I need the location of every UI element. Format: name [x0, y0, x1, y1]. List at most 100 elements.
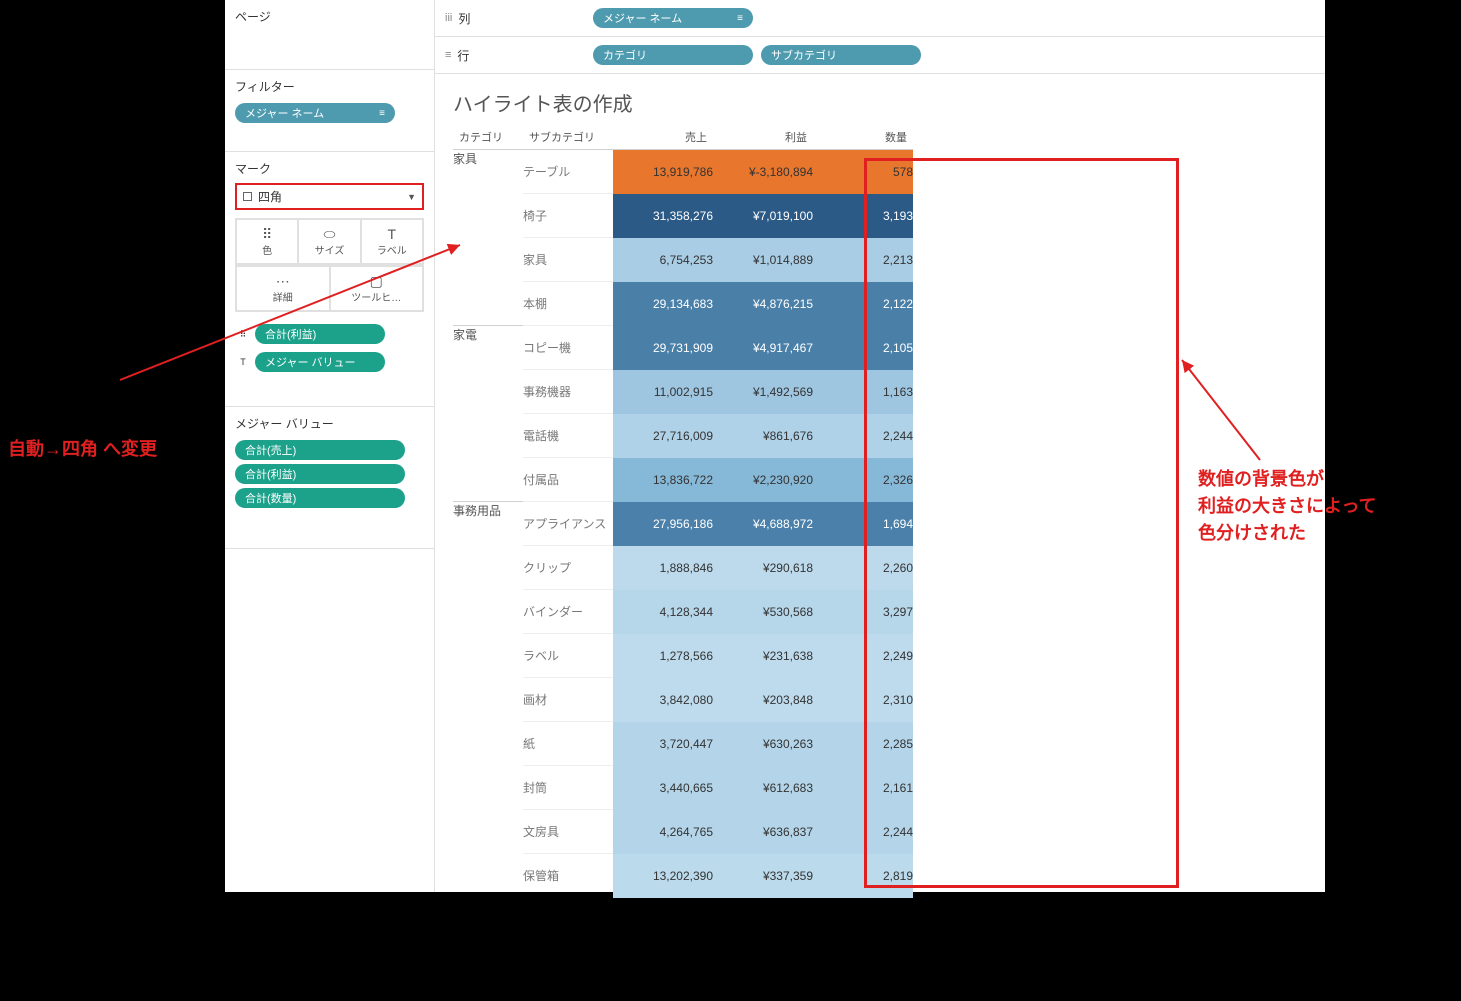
- col-header-profit[interactable]: 利益: [713, 125, 813, 150]
- col-header-subcategory[interactable]: サブカテゴリ: [523, 125, 613, 150]
- columns-pill-measure-names[interactable]: メジャー ネーム ≡: [593, 8, 753, 28]
- table-row[interactable]: 付属品13,836,722¥2,230,9202,326: [453, 458, 913, 502]
- filters-shelf[interactable]: フィルター メジャー ネーム ≡: [225, 70, 434, 152]
- label-button[interactable]: Tラベル: [361, 219, 423, 264]
- columns-shelf[interactable]: iii列 メジャー ネーム ≡: [435, 0, 1325, 37]
- mark-type-dropdown[interactable]: 四角 ▼: [235, 183, 424, 210]
- cell-profit: ¥7,019,100: [713, 194, 813, 238]
- cell-profit: ¥4,917,467: [713, 326, 813, 370]
- cell-qty: 2,213: [813, 238, 913, 282]
- cell-subcategory: バインダー: [523, 590, 613, 634]
- cell-subcategory: 事務機器: [523, 370, 613, 414]
- cell-sales: 31,358,276: [613, 194, 713, 238]
- table-row[interactable]: 家具6,754,253¥1,014,8892,213: [453, 238, 913, 282]
- table-row[interactable]: 家電コピー機29,731,909¥4,917,4672,105: [453, 326, 913, 370]
- rows-shelf[interactable]: ≡行 カテゴリ サブカテゴリ: [435, 37, 1325, 74]
- columns-icon: iii: [445, 12, 452, 24]
- tableau-window: ページ フィルター メジャー ネーム ≡ マーク 四角 ▼ ⠿色: [225, 0, 1325, 892]
- table-row[interactable]: 保管箱13,202,390¥337,3592,819: [453, 854, 913, 898]
- cell-sales: 13,919,786: [613, 150, 713, 194]
- cell-subcategory: 電話機: [523, 414, 613, 458]
- cell-qty: 2,244: [813, 810, 913, 854]
- table-row[interactable]: 電話機27,716,009¥861,6762,244: [453, 414, 913, 458]
- tooltip-icon: ▢: [331, 273, 423, 289]
- cell-profit: ¥1,014,889: [713, 238, 813, 282]
- pill-label: メジャー ネーム: [245, 105, 324, 121]
- col-header-sales[interactable]: 売上: [613, 125, 713, 150]
- marks-color-pill[interactable]: ⠿ 合計(利益): [235, 322, 424, 346]
- mv-pill-qty[interactable]: 合計(数量): [235, 488, 405, 508]
- pages-shelf[interactable]: ページ: [225, 0, 434, 70]
- cell-subcategory: ラベル: [523, 634, 613, 678]
- cell-subcategory: 封筒: [523, 766, 613, 810]
- cell-sales: 3,842,080: [613, 678, 713, 722]
- measure-values-shelf[interactable]: メジャー バリュー 合計(売上) 合計(利益) 合計(数量): [225, 407, 434, 549]
- cell-profit: ¥2,230,920: [713, 458, 813, 502]
- filter-pill-measure-names[interactable]: メジャー ネーム ≡: [235, 103, 395, 123]
- rows-pill-subcategory[interactable]: サブカテゴリ: [761, 45, 921, 65]
- cell-subcategory: 紙: [523, 722, 613, 766]
- table-row[interactable]: クリップ1,888,846¥290,6182,260: [453, 546, 913, 590]
- cell-qty: 2,122: [813, 282, 913, 326]
- cell-sales: 6,754,253: [613, 238, 713, 282]
- cell-sales: 29,731,909: [613, 326, 713, 370]
- cell-category: 家電: [453, 326, 523, 370]
- col-header-qty[interactable]: 数量: [813, 125, 913, 150]
- cell-profit: ¥290,618: [713, 546, 813, 590]
- square-icon: [243, 192, 252, 201]
- marks-label-pill[interactable]: T メジャー バリュー: [235, 350, 424, 374]
- cell-profit: ¥630,263: [713, 722, 813, 766]
- color-button[interactable]: ⠿色: [236, 219, 298, 264]
- cell-subcategory: 保管箱: [523, 854, 613, 898]
- table-row[interactable]: 画材3,842,080¥203,8482,310: [453, 678, 913, 722]
- cell-profit: ¥530,568: [713, 590, 813, 634]
- mark-type-label: 四角: [258, 188, 282, 205]
- marks-title: マーク: [235, 160, 424, 177]
- cell-qty: 3,193: [813, 194, 913, 238]
- rows-pill-category[interactable]: カテゴリ: [593, 45, 753, 65]
- cell-subcategory: コピー機: [523, 326, 613, 370]
- cell-qty: 2,285: [813, 722, 913, 766]
- cell-subcategory: 椅子: [523, 194, 613, 238]
- cell-subcategory: アプライアンス: [523, 502, 613, 546]
- table-row[interactable]: 事務用品アプライアンス27,956,186¥4,688,9721,694: [453, 502, 913, 546]
- cell-sales: 4,128,344: [613, 590, 713, 634]
- cell-sales: 13,836,722: [613, 458, 713, 502]
- tooltip-button[interactable]: ▢ツールヒ…: [330, 266, 424, 311]
- cell-qty: 1,163: [813, 370, 913, 414]
- table-row[interactable]: 事務機器11,002,915¥1,492,5691,163: [453, 370, 913, 414]
- cell-subcategory: 文房具: [523, 810, 613, 854]
- table-row[interactable]: 家具テーブル13,919,786¥-3,180,894578: [453, 150, 913, 194]
- cell-qty: 2,260: [813, 546, 913, 590]
- cell-qty: 2,249: [813, 634, 913, 678]
- detail-icon: ⋯: [237, 273, 329, 289]
- table-row[interactable]: バインダー4,128,344¥530,5683,297: [453, 590, 913, 634]
- sidebar: ページ フィルター メジャー ネーム ≡ マーク 四角 ▼ ⠿色: [225, 0, 435, 892]
- table-row[interactable]: 封筒3,440,665¥612,6832,161: [453, 766, 913, 810]
- mv-pill-sales[interactable]: 合計(売上): [235, 440, 405, 460]
- table-row[interactable]: 紙3,720,447¥630,2632,285: [453, 722, 913, 766]
- cell-qty: 2,326: [813, 458, 913, 502]
- table-row[interactable]: 文房具4,264,765¥636,8372,244: [453, 810, 913, 854]
- cell-subcategory: クリップ: [523, 546, 613, 590]
- cell-profit: ¥203,848: [713, 678, 813, 722]
- cell-sales: 27,956,186: [613, 502, 713, 546]
- cell-profit: ¥337,359: [713, 854, 813, 898]
- annotation-left: マークカードを クリックして 自動→四角 へ変更: [8, 382, 157, 463]
- cell-subcategory: 付属品: [523, 458, 613, 502]
- marks-buttons-row2: ⋯詳細 ▢ツールヒ…: [235, 265, 424, 312]
- table-row[interactable]: ラベル1,278,566¥231,6382,249: [453, 634, 913, 678]
- sheet-title[interactable]: ハイライト表の作成: [453, 88, 1307, 117]
- cell-profit: ¥4,688,972: [713, 502, 813, 546]
- color-chip-icon: ⠿: [235, 329, 251, 340]
- mv-pill-profit[interactable]: 合計(利益): [235, 464, 405, 484]
- rows-icon: ≡: [445, 49, 451, 61]
- cell-category: 家具: [453, 150, 523, 194]
- size-button[interactable]: ⬭サイズ: [298, 219, 360, 264]
- cell-profit: ¥4,876,215: [713, 282, 813, 326]
- col-header-category[interactable]: カテゴリ: [453, 125, 523, 150]
- table-row[interactable]: 椅子31,358,276¥7,019,1003,193: [453, 194, 913, 238]
- cell-sales: 13,202,390: [613, 854, 713, 898]
- detail-button[interactable]: ⋯詳細: [236, 266, 330, 311]
- table-row[interactable]: 本棚29,134,683¥4,876,2152,122: [453, 282, 913, 326]
